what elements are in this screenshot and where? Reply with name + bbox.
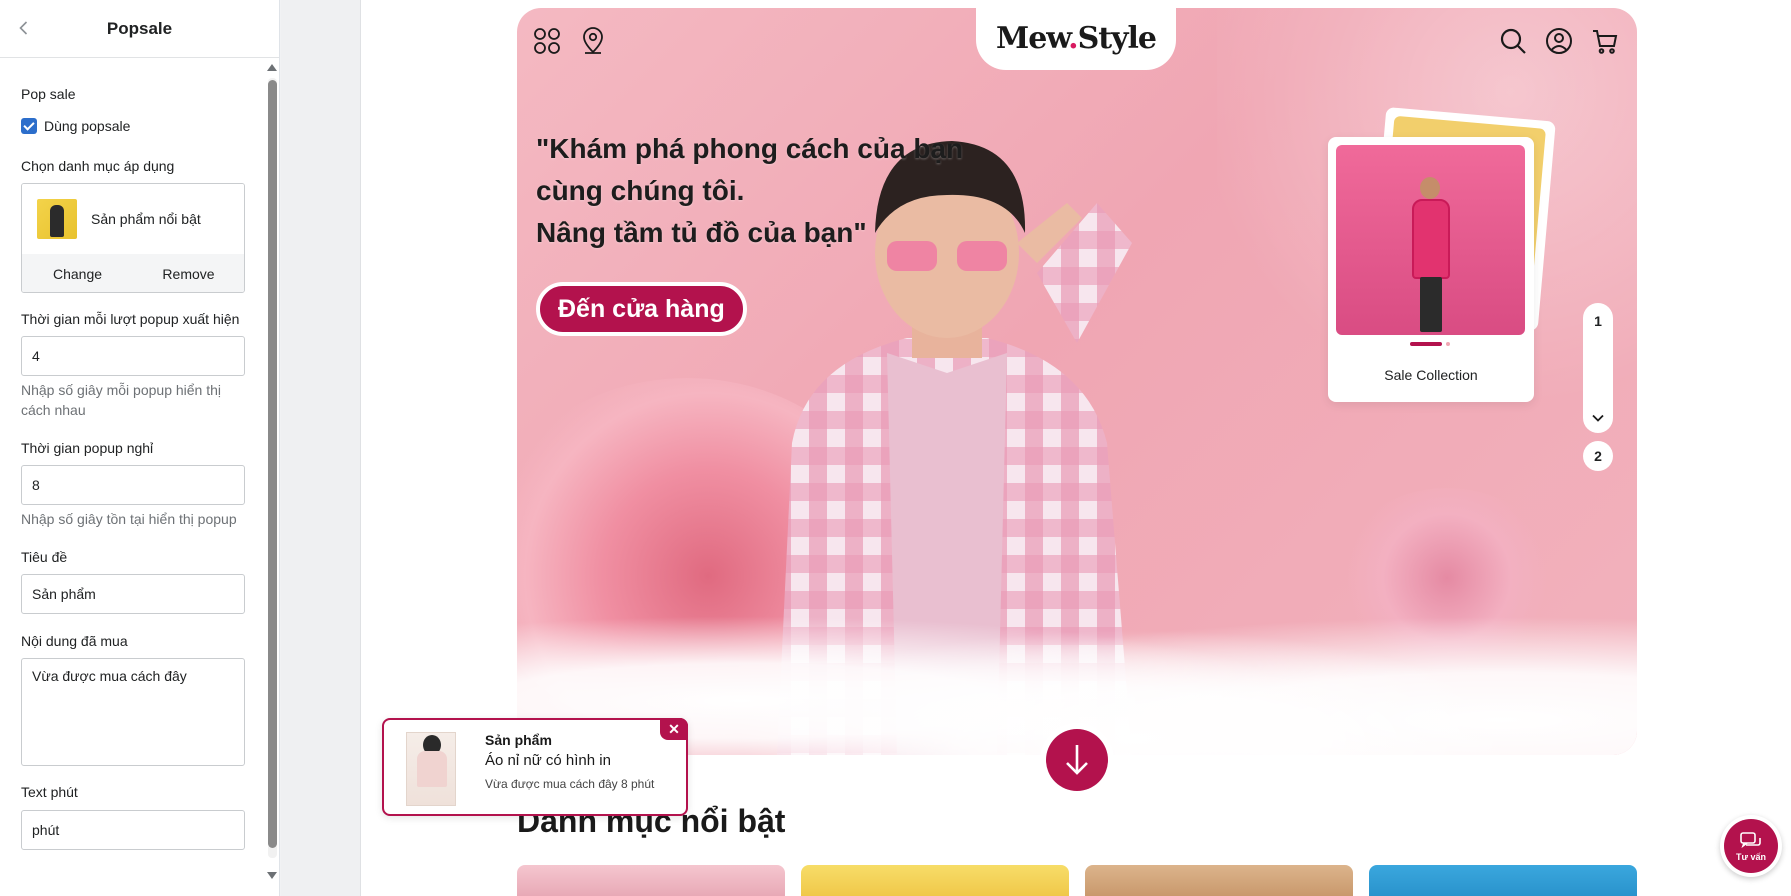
remove-button[interactable]: Remove [133, 254, 244, 292]
settings-sidebar: Popsale Pop sale Dùng popsale Chọn danh … [0, 0, 280, 896]
category-label: Chọn danh mục áp dụng [21, 158, 175, 174]
chat-label: Tư vấn [1735, 851, 1767, 862]
chat-icon [1740, 831, 1761, 848]
chevron-left-icon[interactable] [14, 18, 34, 38]
popsale-popup[interactable]: Sản phẩm Áo nỉ nữ có hình in Vừa được mu… [382, 718, 688, 816]
location-icon[interactable] [578, 26, 608, 56]
heading-input[interactable]: Sản phẩm [21, 574, 245, 614]
slide-2-button[interactable]: 2 [1583, 441, 1613, 471]
purchased-textarea[interactable] [21, 658, 245, 766]
headline-line-2: cùng chúng tôi. [536, 175, 745, 206]
arrow-down-icon [1066, 745, 1088, 775]
category-card[interactable] [1369, 865, 1637, 896]
checkbox-checked-icon[interactable] [21, 118, 37, 134]
rest-help: Nhập số giây tồn tại hiển thị popup [21, 511, 237, 527]
close-icon[interactable]: ✕ [660, 718, 688, 740]
category-card[interactable] [517, 865, 785, 896]
card-carousel-dots[interactable] [1410, 342, 1450, 346]
interval-input[interactable]: 4 [21, 336, 245, 376]
sidebar-title: Popsale [106, 18, 173, 38]
carousel-dot-active[interactable] [1410, 342, 1442, 346]
heading-label: Tiêu đề [21, 549, 68, 565]
rest-input[interactable]: 8 [21, 465, 245, 505]
preview-gutter [281, 0, 361, 896]
chat-consult-button[interactable]: Tư vấn [1720, 815, 1782, 877]
category-actions: Change Remove [22, 254, 244, 292]
shop-now-button[interactable]: Đến cửa hàng [536, 282, 747, 336]
sidebar-scrollbar[interactable] [265, 60, 279, 886]
cart-icon[interactable] [1590, 26, 1620, 56]
scroll-thumb[interactable] [268, 80, 277, 848]
use-popsale-checkbox[interactable]: Dùng popsale [21, 118, 130, 134]
carousel-dot[interactable] [1446, 342, 1450, 346]
minute-input[interactable]: phút [21, 810, 245, 850]
category-thumbnail [37, 199, 77, 239]
interval-help: Nhập số giây mỗi popup hiển thị cách nha… [21, 382, 222, 418]
hero-headline: "Khám phá phong cách của bạn cùng chúng … [536, 128, 963, 254]
user-icon[interactable] [1544, 26, 1574, 56]
use-popsale-label: Dùng popsale [44, 118, 131, 134]
category-value: Sản phẩm nổi bật [91, 211, 201, 227]
sale-collection-image[interactable] [1336, 145, 1525, 335]
category-card[interactable] [801, 865, 1069, 896]
chevron-down-icon[interactable] [1591, 411, 1605, 425]
scroll-down-button[interactable] [1040, 723, 1114, 797]
headline-line-1: "Khám phá phong cách của bạn [536, 133, 964, 164]
hero-banner: Mew.Style "Khám phá phong cách của bạn c… [517, 8, 1637, 755]
minute-label: Text phút [21, 784, 78, 800]
search-icon[interactable] [1498, 26, 1528, 56]
scroll-down-icon[interactable] [267, 872, 277, 879]
popup-product-image[interactable] [406, 732, 456, 806]
popup-title: Sản phẩm [485, 732, 552, 748]
popup-purchase-time: Vừa được mua cách đây 8 phút [485, 777, 655, 791]
pop-sale-heading: Pop sale [21, 86, 76, 102]
slide-1-button[interactable]: 1 [1583, 313, 1613, 329]
popup-product-name[interactable]: Áo nỉ nữ có hình in [485, 752, 611, 769]
brand-logo[interactable]: Mew.Style [996, 21, 1157, 56]
category-picker: Sản phẩm nổi bật Change Remove [21, 183, 245, 293]
purchased-label: Nội dung đã mua [21, 633, 128, 649]
sidebar-header: Popsale [0, 0, 279, 58]
grid-icon[interactable] [532, 26, 562, 56]
change-button[interactable]: Change [22, 254, 133, 292]
category-selected: Sản phẩm nổi bật [22, 184, 244, 254]
sale-collection-card[interactable]: Sale Collection [1328, 137, 1534, 402]
headline-line-3: Nâng tầm tủ đồ của bạn" [536, 217, 867, 248]
logo-tab[interactable]: Mew.Style [976, 8, 1176, 70]
scroll-up-icon[interactable] [267, 64, 277, 71]
category-card[interactable] [1085, 865, 1353, 896]
rest-label: Thời gian popup nghỉ [21, 440, 154, 456]
interval-label: Thời gian mỗi lượt popup xuất hiện [21, 311, 240, 327]
sale-collection-title[interactable]: Sale Collection [1328, 367, 1534, 383]
